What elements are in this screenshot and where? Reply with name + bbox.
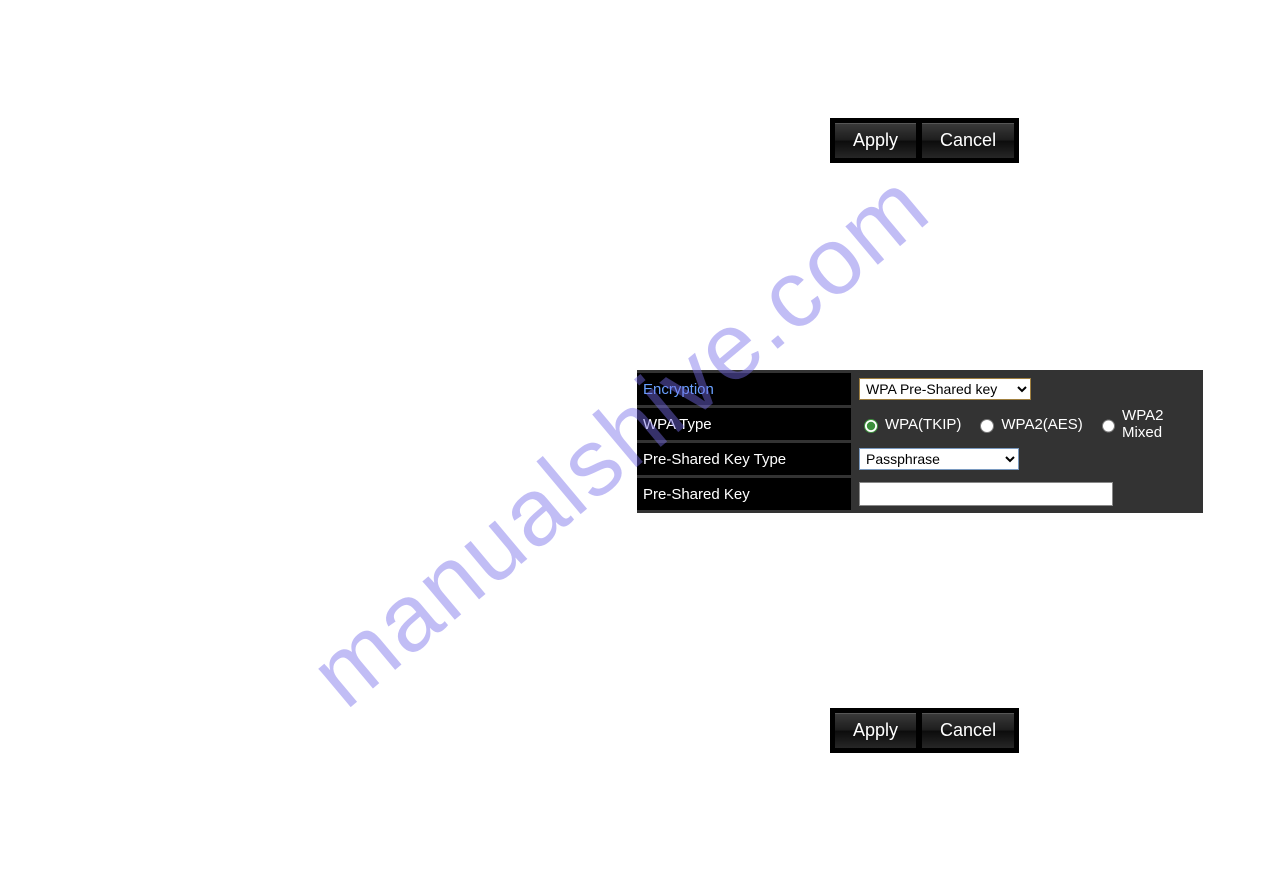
wpa-type-radio-mixed-label: WPA2 Mixed: [1122, 407, 1203, 441]
wpa-type-option-tkip[interactable]: WPA(TKIP): [859, 416, 961, 433]
encryption-select[interactable]: WPA Pre-Shared key: [859, 378, 1031, 400]
apply-button[interactable]: Apply: [834, 122, 917, 159]
wpa-type-radio-aes[interactable]: [980, 419, 994, 433]
apply-button[interactable]: Apply: [834, 712, 917, 749]
wpa-type-radio-tkip-label: WPA(TKIP): [885, 416, 961, 433]
wpa-config-panel: Encryption WPA Pre-Shared key WPA Type W…: [637, 370, 1203, 513]
wpa-type-radio-aes-label: WPA2(AES): [1001, 416, 1082, 433]
encryption-row: Encryption WPA Pre-Shared key: [637, 373, 1203, 405]
cancel-button[interactable]: Cancel: [921, 122, 1015, 159]
psk-row: Pre-Shared Key: [637, 478, 1203, 510]
psk-input[interactable]: [859, 482, 1113, 506]
wpa-type-radio-tkip[interactable]: [864, 419, 878, 433]
wpa-type-label: WPA Type: [637, 408, 851, 440]
psk-label: Pre-Shared Key: [637, 478, 851, 510]
wpa-type-radio-mixed[interactable]: [1102, 419, 1115, 433]
psk-type-select[interactable]: Passphrase: [859, 448, 1019, 470]
button-bar-top: Apply Cancel: [830, 118, 1019, 163]
psk-type-row: Pre-Shared Key Type Passphrase: [637, 443, 1203, 475]
button-bar-bottom: Apply Cancel: [830, 708, 1019, 753]
wpa-type-option-mixed[interactable]: WPA2 Mixed: [1097, 407, 1203, 441]
cancel-button[interactable]: Cancel: [921, 712, 1015, 749]
psk-type-label: Pre-Shared Key Type: [637, 443, 851, 475]
wpa-type-row: WPA Type WPA(TKIP) WPA2(AES) WPA2 Mixed: [637, 408, 1203, 440]
wpa-type-option-aes[interactable]: WPA2(AES): [975, 416, 1082, 433]
encryption-label: Encryption: [637, 373, 851, 405]
